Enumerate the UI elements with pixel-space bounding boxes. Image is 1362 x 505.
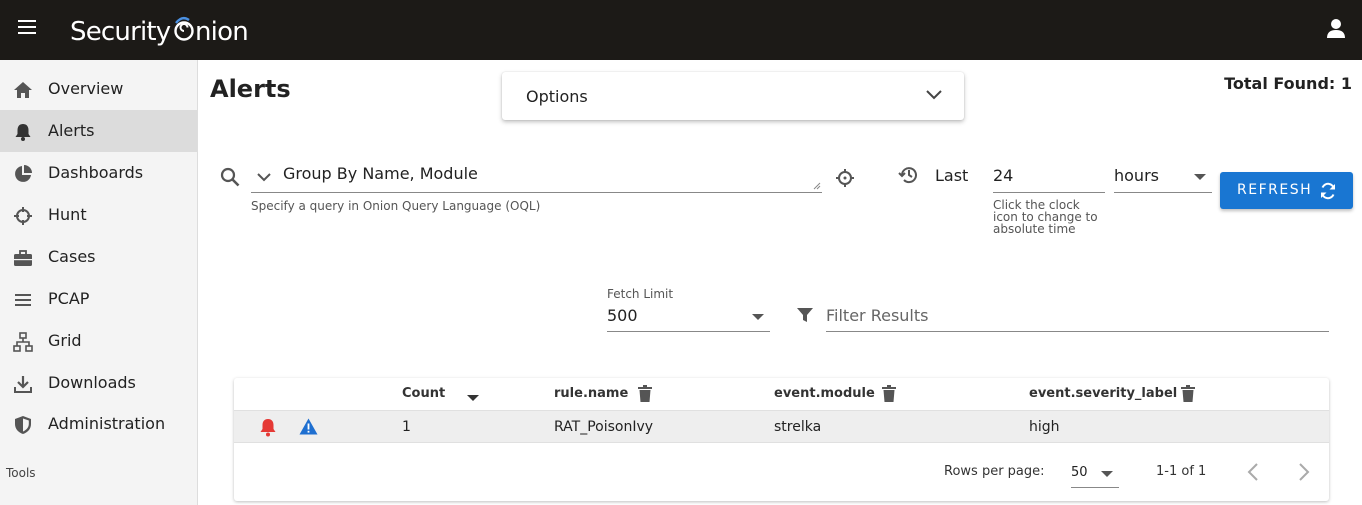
cell-rule-name: RAT_PoisonIvy: [554, 419, 654, 435]
sidebar-item-downloads[interactable]: Downloads: [0, 362, 197, 404]
options-expander[interactable]: Options: [502, 72, 964, 120]
crosshair-icon: [14, 207, 32, 225]
sidebar-item-label: Overview: [48, 79, 124, 98]
trash-icon[interactable]: [881, 385, 897, 403]
top-app-bar: Security nion: [0, 0, 1362, 60]
shield-icon: [15, 416, 31, 434]
menu-icon[interactable]: [18, 20, 36, 36]
column-header-event-module[interactable]: event.module: [774, 386, 875, 401]
pagination-range: 1-1 of 1: [1156, 464, 1207, 479]
table-row[interactable]: 1 RAT_PoisonIvy strelka high: [234, 410, 1329, 443]
cell-event-severity: high: [1029, 419, 1060, 435]
sidebar-item-overview[interactable]: Overview: [0, 68, 197, 110]
sidebar-item-label: Administration: [48, 414, 166, 433]
fetch-limit-select[interactable]: 500: [607, 302, 770, 332]
main-content: Alerts Options Total Found: 1 Group By N…: [198, 60, 1362, 505]
resize-handle-icon[interactable]: [813, 182, 821, 190]
sidebar-item-label: Cases: [48, 247, 96, 266]
caret-down-icon: [1194, 174, 1206, 180]
rows-per-page-select[interactable]: 50: [1071, 458, 1119, 488]
sidebar-item-label: PCAP: [48, 289, 90, 308]
column-header-rule-name[interactable]: rule.name: [554, 386, 628, 401]
app-logo[interactable]: Security nion: [70, 14, 250, 55]
cell-event-module: strelka: [774, 419, 822, 435]
query-input[interactable]: Group By Name, Module: [251, 158, 822, 193]
caret-down-icon: [752, 314, 764, 320]
total-found: Total Found: 1: [1224, 74, 1352, 93]
query-hint: Specify a query in Onion Query Language …: [251, 199, 541, 213]
chevron-down-icon: [926, 90, 942, 100]
svg-text:nion: nion: [195, 17, 248, 47]
briefcase-icon: [14, 250, 32, 266]
column-header-event-severity[interactable]: event.severity_label: [1029, 386, 1177, 401]
time-units-value: hours: [1114, 166, 1159, 185]
sidebar-item-dashboards[interactable]: Dashboards: [0, 152, 197, 194]
trash-icon[interactable]: [1180, 385, 1196, 403]
time-amount-value: 24: [993, 166, 1014, 185]
sidebar-item-cases[interactable]: Cases: [0, 236, 197, 278]
filter-results-input[interactable]: Filter Results: [826, 300, 1329, 332]
sidebar-item-hunt[interactable]: Hunt: [0, 194, 197, 236]
trash-icon[interactable]: [637, 385, 653, 403]
warning-triangle-icon[interactable]: [299, 418, 318, 435]
sidebar-item-alerts[interactable]: Alerts: [0, 110, 197, 152]
column-header-count[interactable]: Count: [402, 386, 445, 401]
bell-icon: [15, 124, 31, 141]
refresh-label: REFRESH: [1237, 182, 1313, 198]
tools-section-label: Tools: [6, 466, 36, 480]
sidebar-item-label: Downloads: [48, 373, 136, 392]
filter-placeholder: Filter Results: [826, 306, 929, 325]
chevron-right-icon[interactable]: [1297, 462, 1311, 482]
results-table: Count rule.name event.module event.sever…: [234, 378, 1329, 501]
page-title: Alerts: [210, 75, 291, 103]
time-amount-input[interactable]: 24: [993, 160, 1105, 193]
filter-icon: [797, 308, 813, 322]
refresh-button[interactable]: REFRESH: [1220, 172, 1353, 209]
download-icon: [14, 376, 32, 393]
query-value: Group By Name, Module: [283, 164, 478, 183]
search-icon: [220, 167, 240, 187]
caret-down-icon: [1101, 471, 1113, 477]
sidebar-item-label: Alerts: [48, 121, 95, 140]
sidebar-item-label: Hunt: [48, 205, 87, 224]
bell-alert-icon[interactable]: [259, 418, 277, 437]
cell-count: 1: [402, 419, 411, 435]
history-clock-icon[interactable]: [898, 164, 920, 186]
user-account-icon[interactable]: [1326, 18, 1346, 38]
sidebar-item-administration[interactable]: Administration: [0, 403, 197, 445]
list-icon: [15, 294, 31, 306]
fetch-limit-label: Fetch Limit: [607, 287, 674, 301]
sidebar-item-label: Grid: [48, 331, 82, 350]
time-units-select[interactable]: hours: [1114, 160, 1212, 193]
rows-per-page-label: Rows per page:: [944, 464, 1045, 479]
chevron-left-icon[interactable]: [1246, 462, 1260, 482]
crosshair-icon[interactable]: [835, 168, 855, 188]
sidebar-item-grid[interactable]: Grid: [0, 320, 197, 362]
sidebar-item-label: Dashboards: [48, 163, 144, 182]
time-hint: Click the clock icon to change to absolu…: [993, 198, 1098, 236]
svg-text:Security: Security: [70, 17, 171, 47]
pie-chart-icon: [15, 165, 32, 182]
security-onion-logo: Security nion: [70, 16, 249, 47]
refresh-icon: [1321, 182, 1335, 200]
sidebar-item-pcap[interactable]: PCAP: [0, 278, 197, 320]
sort-descending-icon[interactable]: [467, 395, 479, 401]
sitemap-icon: [13, 332, 33, 352]
rows-per-page-value: 50: [1071, 465, 1088, 480]
fetch-limit-value: 500: [607, 306, 638, 325]
last-label: Last: [935, 166, 969, 185]
options-label: Options: [526, 87, 588, 106]
query-dropdown-chevron-icon[interactable]: [257, 172, 271, 182]
sidebar-nav: Overview Alerts Dashboards Hunt Cases PC…: [0, 60, 198, 505]
home-icon: [14, 82, 32, 98]
